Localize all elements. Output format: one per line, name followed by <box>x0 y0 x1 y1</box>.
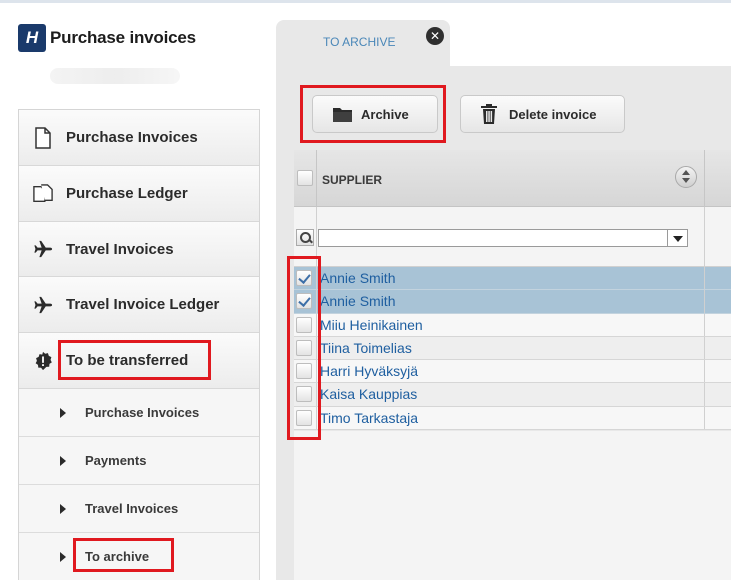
column-separator <box>704 267 705 290</box>
column-separator <box>316 406 317 430</box>
column-separator <box>704 313 705 336</box>
sidebar-item-label: To be transferred <box>66 352 189 369</box>
sidebar-item-label: Travel Invoices <box>66 240 174 258</box>
row-checkbox[interactable] <box>296 409 312 426</box>
column-separator <box>316 313 317 336</box>
app-title: Purchase invoices <box>50 28 196 47</box>
column-separator <box>316 383 317 406</box>
trash-icon <box>481 104 497 124</box>
select-all-checkbox[interactable] <box>297 170 313 186</box>
archive-button-label: Archive <box>361 106 409 122</box>
sidebar-subitem-purchase-invoices[interactable]: Purchase Invoices <box>19 389 259 437</box>
sidebar-item-purchase-ledger[interactable]: Purchase Ledger <box>19 166 259 222</box>
column-separator <box>704 336 705 360</box>
sidebar-subitem-travel-invoices[interactable]: Travel Invoices <box>19 485 259 533</box>
sidebar-subitem-label: Purchase Invoices <box>85 405 200 420</box>
sidebar-item-label: Purchase Invoices <box>66 129 198 146</box>
sidebar-item-to-be-transferred[interactable]: To be transferred <box>19 333 259 389</box>
column-separator <box>316 150 317 207</box>
column-separator <box>704 383 705 406</box>
alert-badge-icon <box>35 351 52 370</box>
sort-icon[interactable] <box>675 166 697 188</box>
brand-mark-icon: H <box>18 24 46 52</box>
column-separator <box>704 406 705 430</box>
triangle-right-icon <box>60 407 66 418</box>
sidebar-subitem-payments[interactable]: Payments <box>19 437 259 485</box>
triangle-right-icon <box>60 503 66 514</box>
delete-invoice-button[interactable]: Delete invoice <box>460 95 625 133</box>
column-separator <box>316 336 317 360</box>
sidebar-subitem-to-archive[interactable]: To archive <box>19 533 259 580</box>
column-separator <box>316 267 317 290</box>
chevron-down-icon[interactable] <box>668 229 688 247</box>
top-border <box>0 0 731 3</box>
triangle-right-icon <box>60 551 66 562</box>
column-separator <box>316 360 317 383</box>
table-row[interactable]: Kaisa Kauppias <box>294 383 731 407</box>
row-checkbox[interactable] <box>296 386 312 403</box>
column-separator <box>704 207 705 267</box>
airplane-icon <box>34 296 53 313</box>
tab-to-archive[interactable]: TO ARCHIVE ✕ <box>276 20 450 66</box>
row-checkbox[interactable] <box>296 316 312 333</box>
row-checkbox[interactable] <box>296 339 312 356</box>
row-checkbox[interactable] <box>296 293 312 310</box>
archive-button[interactable]: Archive <box>312 95 438 133</box>
grid-rows: Annie Smith Annie Smith Miiu Heinikainen… <box>294 267 731 431</box>
close-icon[interactable]: ✕ <box>426 27 444 45</box>
triangle-right-icon <box>60 455 66 466</box>
table-row[interactable]: Tiina Toimelias <box>294 336 731 361</box>
search-icon[interactable] <box>296 229 314 246</box>
table-row[interactable]: Annie Smith <box>294 267 731 291</box>
sidebar-subitem-label: Payments <box>85 453 147 468</box>
column-separator <box>704 360 705 383</box>
sidebar-subitem-label: To archive <box>85 549 150 564</box>
sidebar-item-travel-invoices[interactable]: Travel Invoices <box>19 222 259 277</box>
sidebar-subitem-label: Travel Invoices <box>85 501 179 516</box>
supplier-cell[interactable]: Timo Tarkastaja <box>320 410 418 426</box>
supplier-cell[interactable]: Tiina Toimelias <box>320 340 412 356</box>
filter-row <box>294 207 731 267</box>
row-checkbox[interactable] <box>296 270 312 286</box>
grid-empty-area <box>294 431 731 580</box>
supplier-cell[interactable]: Annie Smith <box>320 293 395 309</box>
redacted-user-info <box>50 68 180 84</box>
column-separator <box>316 207 317 267</box>
supplier-cell[interactable]: Annie Smith <box>320 270 395 286</box>
supplier-filter-input[interactable] <box>318 229 668 247</box>
documents-icon <box>33 183 53 202</box>
airplane-icon <box>34 240 53 258</box>
sidebar-item-label: Travel Invoice Ledger <box>66 296 220 313</box>
table-row[interactable]: Timo Tarkastaja <box>294 406 731 431</box>
sidebar: Purchase Invoices Purchase Ledger Travel… <box>18 109 260 580</box>
column-separator <box>704 150 705 207</box>
folder-icon <box>333 108 352 122</box>
sidebar-item-purchase-invoices[interactable]: Purchase Invoices <box>19 110 259 166</box>
supplier-cell[interactable]: Harri Hyväksyjä <box>320 363 418 379</box>
sidebar-item-travel-invoice-ledger[interactable]: Travel Invoice Ledger <box>19 277 259 333</box>
sidebar-item-label: Purchase Ledger <box>66 185 188 202</box>
delete-invoice-button-label: Delete invoice <box>509 106 597 122</box>
table-row[interactable]: Annie Smith <box>294 290 731 314</box>
supplier-cell[interactable]: Miiu Heinikainen <box>320 317 423 333</box>
column-header-supplier[interactable]: SUPPLIER <box>322 173 382 187</box>
column-separator <box>316 290 317 313</box>
row-checkbox[interactable] <box>296 363 312 380</box>
tab-label: TO ARCHIVE <box>323 35 396 49</box>
document-icon <box>35 126 51 149</box>
table-row[interactable]: Harri Hyväksyjä <box>294 360 731 384</box>
app-logo[interactable]: H Purchase invoices <box>18 24 196 52</box>
table-row[interactable]: Miiu Heinikainen <box>294 313 731 337</box>
supplier-cell[interactable]: Kaisa Kauppias <box>320 386 417 402</box>
column-separator <box>704 290 705 313</box>
grid-header: SUPPLIER <box>294 150 731 207</box>
